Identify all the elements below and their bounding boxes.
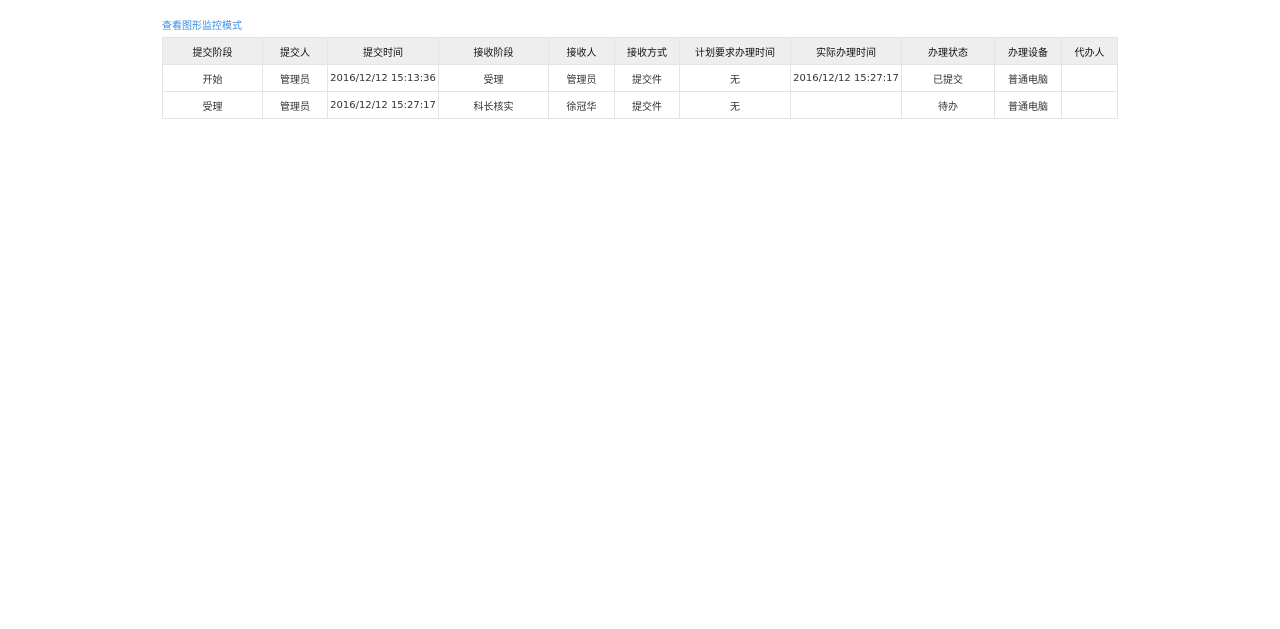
header-status: 办理状态 xyxy=(901,37,995,65)
header-receive-method: 接收方式 xyxy=(614,37,680,65)
cell-status: 待办 xyxy=(901,91,995,119)
process-table: 提交阶段 提交人 提交时间 接收阶段 接收人 接收方式 计划要求办理时间 实际办… xyxy=(162,37,1118,119)
header-receive-stage: 接收阶段 xyxy=(438,37,549,65)
cell-device: 普通电脑 xyxy=(994,91,1062,119)
cell-receiver: 管理员 xyxy=(548,64,615,92)
header-planned-time: 计划要求办理时间 xyxy=(679,37,791,65)
cell-receive-method: 提交件 xyxy=(614,91,680,119)
cell-submit-time: 2016/12/12 15:27:17 xyxy=(327,91,439,119)
cell-status: 已提交 xyxy=(901,64,995,92)
cell-actual-time: 2016/12/12 15:27:17 xyxy=(790,64,902,92)
cell-actual-time xyxy=(790,91,902,119)
view-graph-mode-link[interactable]: 查看图形监控模式 xyxy=(162,20,242,33)
cell-receive-stage: 受理 xyxy=(438,64,549,92)
cell-device: 普通电脑 xyxy=(994,64,1062,92)
header-device: 办理设备 xyxy=(994,37,1062,65)
cell-receive-stage: 科长核实 xyxy=(438,91,549,119)
cell-planned-time: 无 xyxy=(679,64,791,92)
cell-submitter: 管理员 xyxy=(262,64,328,92)
header-actual-time: 实际办理时间 xyxy=(790,37,902,65)
cell-submit-stage: 受理 xyxy=(162,91,263,119)
cell-agent xyxy=(1061,64,1118,92)
table-header-row: 提交阶段 提交人 提交时间 接收阶段 接收人 接收方式 计划要求办理时间 实际办… xyxy=(162,37,1118,65)
header-submit-stage: 提交阶段 xyxy=(162,37,263,65)
cell-planned-time: 无 xyxy=(679,91,791,119)
page-content: 查看图形监控模式 提交阶段 提交人 提交时间 接收阶段 接收人 接收方式 计划要… xyxy=(162,14,1118,119)
header-submitter: 提交人 xyxy=(262,37,328,65)
table-row: 受理 管理员 2016/12/12 15:27:17 科长核实 徐冠华 提交件 … xyxy=(162,91,1118,119)
cell-submit-stage: 开始 xyxy=(162,64,263,92)
cell-submit-time: 2016/12/12 15:13:36 xyxy=(327,64,439,92)
header-receiver: 接收人 xyxy=(548,37,615,65)
cell-submitter: 管理员 xyxy=(262,91,328,119)
cell-receiver: 徐冠华 xyxy=(548,91,615,119)
cell-receive-method: 提交件 xyxy=(614,64,680,92)
table-row: 开始 管理员 2016/12/12 15:13:36 受理 管理员 提交件 无 … xyxy=(162,64,1118,92)
header-agent: 代办人 xyxy=(1061,37,1118,65)
cell-agent xyxy=(1061,91,1118,119)
header-submit-time: 提交时间 xyxy=(327,37,439,65)
